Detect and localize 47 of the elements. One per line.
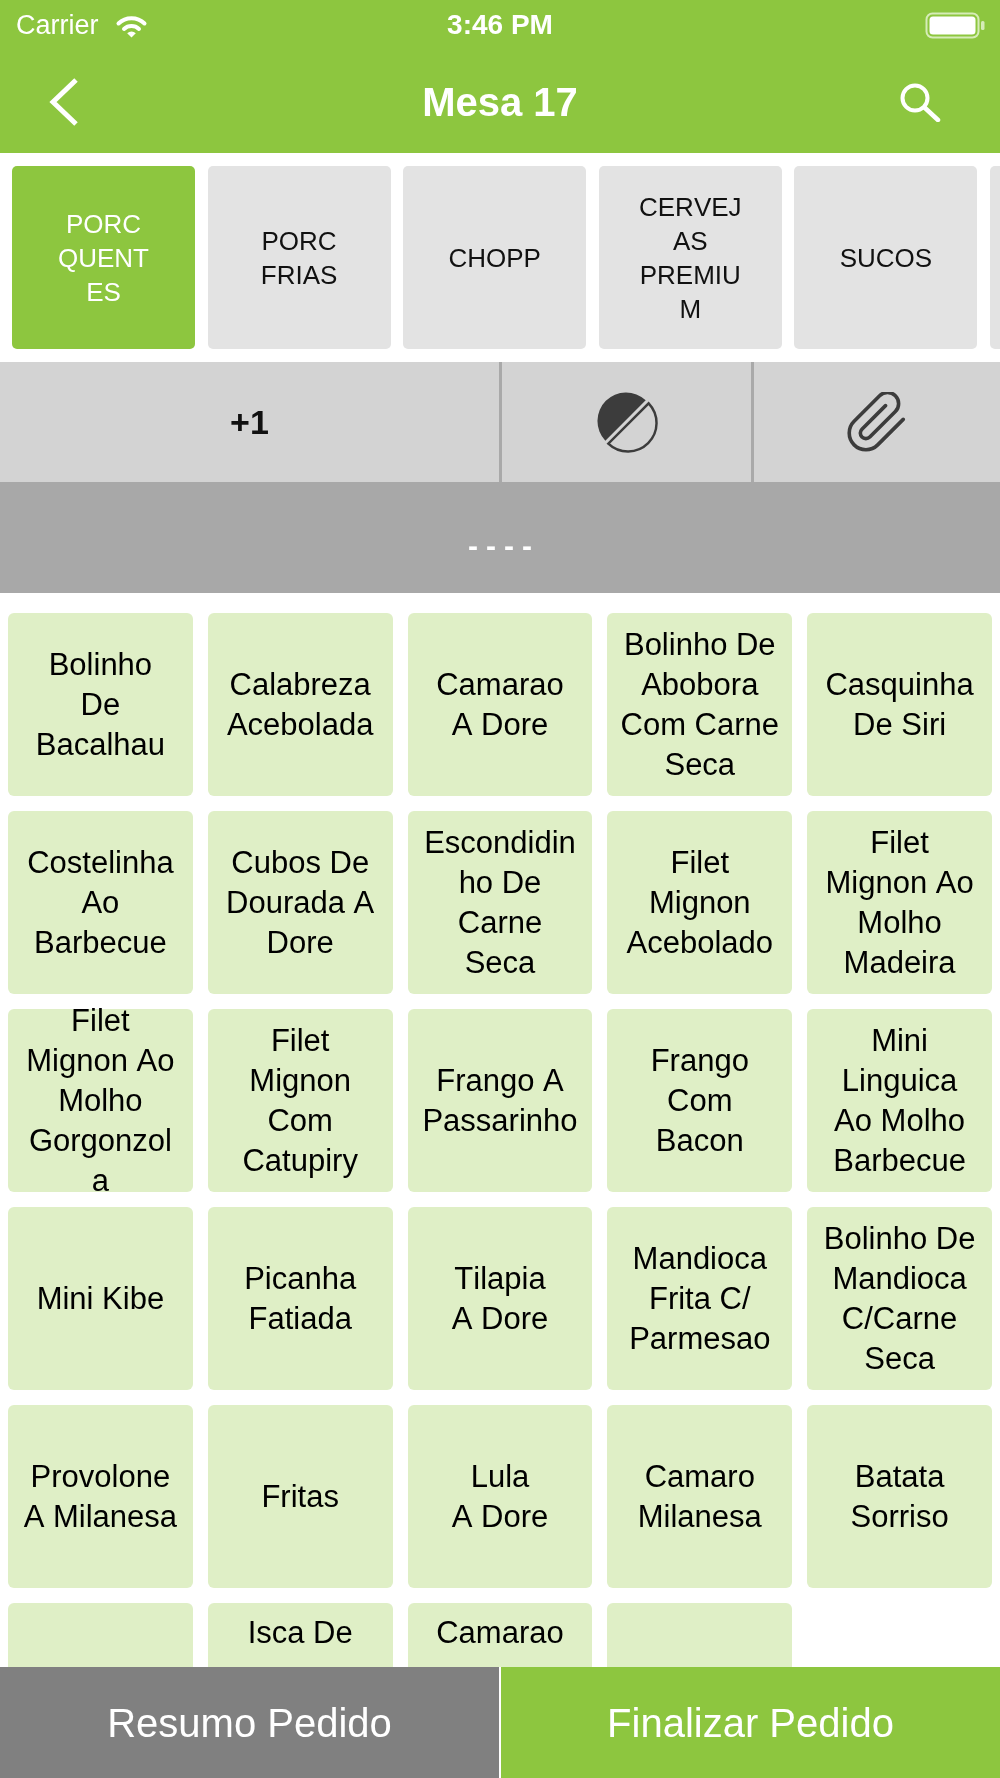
category-tab[interactable]: CHOPP	[403, 166, 587, 349]
menu-item-button[interactable]: Bolinho De Mandioca C/Carne Seca	[807, 1207, 992, 1390]
menu-item-button[interactable]: Camaro Milanesa	[607, 1405, 793, 1588]
menu-item-button[interactable]: Isca De	[207, 1603, 393, 1667]
status-time: 3:46 PM	[447, 11, 553, 39]
menu-item-button[interactable]: Costelinha Ao Barbecue	[8, 811, 193, 994]
search-icon	[899, 81, 941, 122]
half-filled-circle-icon	[594, 390, 659, 454]
menu-item-button[interactable]: Mini Linguica Ao Molho Barbecue	[807, 1009, 992, 1192]
menu-item-button[interactable]: Calabreza Acebolada	[207, 613, 393, 796]
category-tab[interactable]: PORC FRIAS	[207, 166, 391, 349]
quantity-button[interactable]: +1	[0, 362, 499, 482]
menu-item-button[interactable]: Camarao	[407, 1603, 593, 1667]
attachment-button[interactable]	[754, 362, 1000, 482]
menu-item-button[interactable]: Fritas	[207, 1405, 393, 1588]
menu-item-button[interactable]: Picanha Fatiada	[207, 1207, 393, 1390]
menu-item-button[interactable]: Casquinha De Siri	[807, 613, 992, 796]
menu-item-button[interactable]: Bolinho De Bacalhau	[8, 613, 193, 796]
menu-item-button[interactable]: Mini Kibe	[8, 1207, 193, 1390]
menu-item-button[interactable]: Provolone A Milanesa	[8, 1405, 193, 1588]
back-button[interactable]	[48, 76, 80, 127]
chevron-left-icon	[48, 76, 80, 127]
menu-item-button[interactable]: Camarao A Dore	[407, 613, 593, 796]
screen-title: Mesa 17	[422, 81, 578, 122]
menu-item-button[interactable]: Filet Mignon Ao Molho Gorgonzola	[8, 1009, 193, 1192]
battery-icon	[925, 11, 985, 39]
search-button[interactable]	[899, 81, 941, 122]
menu-item-button[interactable]: Filet Mignon Acebolado	[607, 811, 793, 994]
menu-item-button[interactable]: Filet Mignon Ao Molho Madeira	[807, 811, 992, 994]
menu-item-button[interactable]: Mandioca Frita C/ Parmesao	[607, 1207, 793, 1390]
dashes-text: ----	[467, 530, 540, 561]
category-tab[interactable]: CERVEJAS PREMIUM	[598, 166, 782, 349]
half-circle-button[interactable]	[502, 362, 751, 482]
menu-item-button[interactable]: Batata Sorriso	[807, 1405, 992, 1588]
menu-item-button[interactable]: Tilapia A Dore	[407, 1207, 593, 1390]
menu-item-button[interactable]: Cubos De Dourada A Dore	[207, 811, 393, 994]
menu-item-button[interactable]: Filet Mignon Com Catupiry	[207, 1009, 393, 1192]
menu-item-button[interactable]: Lula A Dore	[407, 1405, 593, 1588]
category-tab[interactable]	[989, 166, 1000, 349]
menu-item-button[interactable]: Frango A Passarinho	[407, 1009, 593, 1192]
menu-item-button[interactable]: Bolinho De Abobora Com Carne Seca	[607, 613, 793, 796]
carrier-text: Carrier	[16, 11, 99, 39]
menu-item-button[interactable]: Frango Com Bacon	[607, 1009, 793, 1192]
category-tab[interactable]: SUCOS	[794, 166, 978, 349]
order-summary-button[interactable]: Resumo Pedido	[0, 1667, 499, 1778]
menu-item-button[interactable]: Escondidinho De Carne Seca	[407, 811, 593, 994]
paperclip-icon	[847, 392, 907, 452]
